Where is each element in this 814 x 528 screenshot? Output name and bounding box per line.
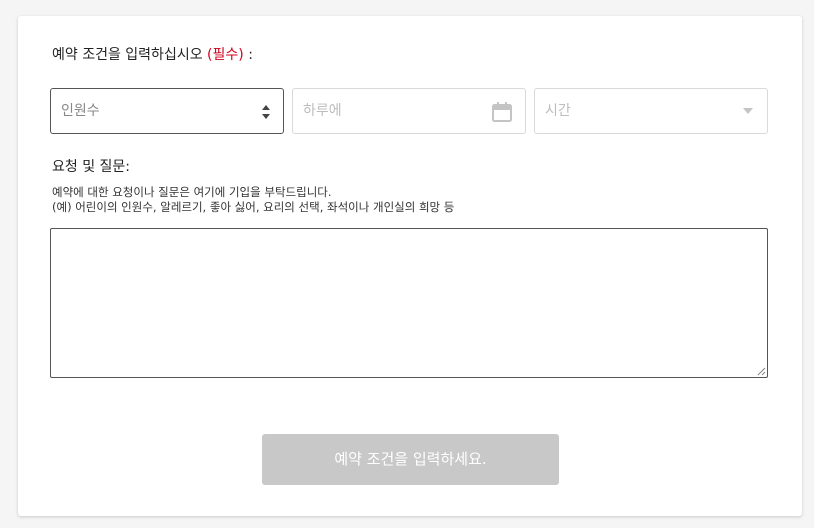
people-placeholder: 인원수	[61, 103, 100, 119]
help-line-2: (예) 어린이의 인원수, 알레르기, 좋아 싫어, 요리의 선택, 좌석이나 …	[52, 200, 455, 214]
calendar-icon	[492, 102, 512, 122]
reservation-card: 예약 조건을 입력하십시오 (필수) : 인원수 하루에 시간 요청 및 질문:…	[18, 16, 802, 516]
heading-colon: :	[248, 47, 253, 63]
questions-title: 요청 및 질문:	[52, 159, 131, 175]
time-placeholder: 시간	[545, 103, 571, 119]
questions-help: 예약에 대한 요청이나 질문은 여기에 기입을 부탁드립니다. (예) 어린이의…	[52, 185, 454, 215]
time-select[interactable]: 시간	[534, 88, 768, 134]
people-select[interactable]: 인원수	[50, 88, 284, 134]
form-heading: 예약 조건을 입력하십시오 (필수) :	[52, 46, 253, 64]
resize-grip-icon[interactable]	[756, 366, 766, 376]
requests-textarea[interactable]	[50, 228, 768, 378]
dropdown-caret-icon	[743, 108, 753, 114]
heading-text: 예약 조건을 입력하십시오	[52, 47, 203, 63]
submit-button[interactable]: 예약 조건을 입력하세요.	[262, 434, 559, 485]
date-input[interactable]: 하루에	[292, 88, 526, 134]
date-placeholder: 하루에	[303, 103, 342, 119]
required-marker: (필수)	[207, 47, 244, 63]
updown-arrows-icon	[262, 105, 270, 119]
help-line-1: 예약에 대한 요청이나 질문은 여기에 기입을 부탁드립니다.	[52, 185, 332, 199]
